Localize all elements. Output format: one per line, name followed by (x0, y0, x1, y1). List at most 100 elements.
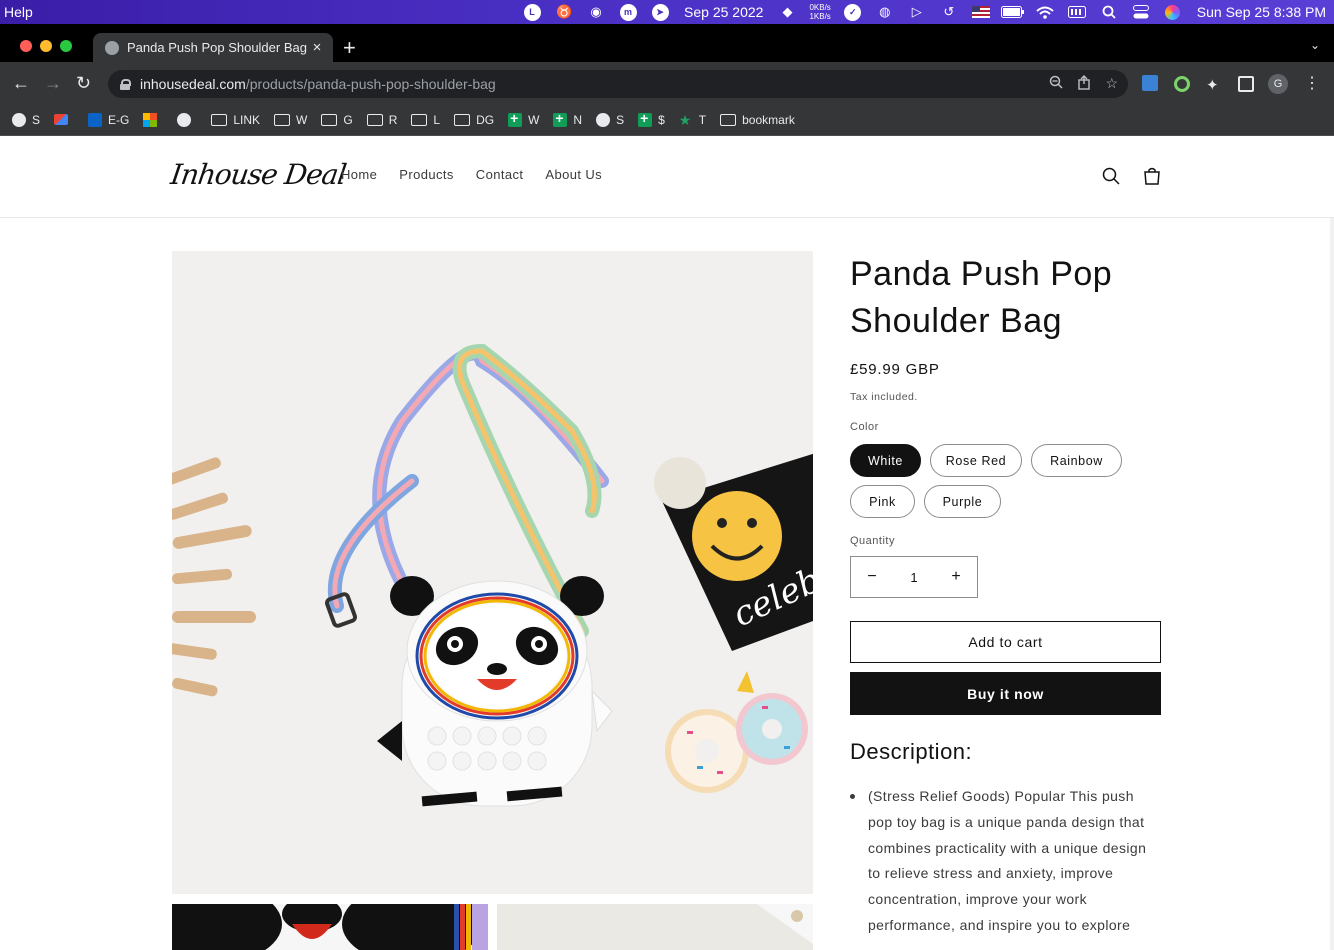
bookmark-item[interactable]: G (321, 113, 353, 127)
bookmark-item[interactable]: W (508, 110, 539, 127)
folder-icon (274, 113, 291, 126)
bookmark-item[interactable] (54, 114, 74, 125)
cat-icon[interactable]: ◆ (771, 0, 803, 24)
description-text: (Stress Relief Goods) Popular This push … (868, 788, 1147, 933)
increase-quantity-button[interactable]: + (935, 568, 977, 586)
cart-icon[interactable] (1142, 166, 1162, 186)
us-flag-icon[interactable] (965, 0, 997, 24)
bookmark-item[interactable]: E-G (88, 112, 129, 127)
folder-icon (366, 113, 383, 126)
green-ring-extension-icon[interactable] (1174, 76, 1190, 92)
bookmark-label: T (698, 112, 707, 127)
new-tab-button[interactable]: + (343, 36, 356, 60)
store-logo[interactable]: Inhouse Deal (169, 158, 348, 191)
share-icon[interactable] (1077, 75, 1091, 93)
store-nav: Home Products Contact About Us (341, 167, 624, 182)
folder-icon (321, 113, 338, 126)
checkmark-icon[interactable]: ✓ (837, 0, 869, 24)
play-icon[interactable]: ▷ (901, 0, 933, 24)
battery-icon[interactable] (997, 0, 1029, 24)
bookmark-label: LINK (233, 112, 261, 127)
zoom-icon[interactable] (1049, 75, 1063, 93)
wifi-icon[interactable] (1029, 0, 1061, 24)
product-thumbnail-1[interactable] (172, 904, 488, 950)
close-window-button[interactable] (20, 40, 32, 52)
globe-icon (596, 112, 611, 127)
bookmark-item[interactable]: bookmark (720, 113, 795, 127)
line-app-icon[interactable]: L (516, 0, 548, 24)
menu-bar-date[interactable]: Sep 25 2022 (676, 4, 771, 20)
messenger-icon[interactable]: m (612, 0, 644, 24)
store-header: Inhouse Deal Home Products Contact About… (0, 136, 1334, 218)
wechat-icon[interactable]: ◍ (869, 0, 901, 24)
siri-icon[interactable] (1157, 0, 1189, 24)
bookmark-star-icon[interactable]: ☆ (1105, 75, 1118, 93)
nav-products[interactable]: Products (399, 167, 454, 182)
close-tab-icon[interactable]: × (307, 39, 327, 56)
color-option-purple[interactable]: Purple (924, 485, 1001, 518)
bookmark-item[interactable]: DG (454, 113, 494, 127)
side-panel-icon[interactable] (1238, 76, 1254, 92)
minimize-window-button[interactable] (40, 40, 52, 52)
address-bar[interactable]: inhousedeal.com/products/panda-push-pop-… (108, 70, 1128, 98)
color-option-pink[interactable]: Pink (850, 485, 915, 518)
panda-face-thumbnail (172, 904, 488, 950)
outlook-icon (88, 112, 103, 127)
chrome-menu-icon[interactable]: ⋮ (1304, 73, 1320, 92)
bookmark-item[interactable]: R (366, 113, 397, 127)
reload-icon[interactable]: ↻ (76, 72, 91, 94)
buy-it-now-button[interactable]: Buy it now (850, 672, 1161, 715)
search-icon[interactable] (1102, 167, 1120, 185)
spotlight-search-icon[interactable] (1093, 0, 1125, 24)
menu-bar-status-items: L ♉ ◉ m ➤ Sep 25 2022 ◆ 0KB/s 1KB/s ✓ ◍ ▷… (516, 0, 1334, 24)
control-center-icon[interactable] (1125, 0, 1157, 24)
product-main-image[interactable]: celebra (172, 251, 813, 894)
globe-icon (177, 112, 192, 127)
nav-about-us[interactable]: About Us (545, 167, 602, 182)
forward-arrow-icon[interactable]: → (44, 72, 62, 94)
bookmarks-bar: SE-GLINKWGRLDGWNS$★Tbookmark (0, 104, 1334, 136)
bookmark-item[interactable]: S (12, 112, 40, 127)
help-menu[interactable]: Help (0, 4, 33, 20)
folder-icon (411, 113, 428, 126)
quantity-label: Quantity (850, 535, 895, 547)
time-machine-icon[interactable]: ↺ (933, 0, 965, 24)
decrease-quantity-button[interactable]: − (851, 568, 893, 586)
star-icon: ★ (678, 111, 692, 128)
nav-contact[interactable]: Contact (476, 167, 524, 182)
tab-search-chevron-icon[interactable]: ⌄ (1310, 38, 1320, 52)
extensions-puzzle-icon[interactable]: ✦ (1206, 76, 1222, 94)
bookmark-item[interactable] (177, 112, 197, 127)
product-thumbnail-2[interactable] (497, 904, 813, 950)
nav-home[interactable]: Home (341, 167, 377, 182)
page-scrollbar[interactable] (1330, 136, 1334, 950)
keyboard-icon[interactable] (1061, 0, 1093, 24)
description-list: (Stress Relief Goods) Popular This push … (850, 784, 1161, 939)
bookmark-item[interactable]: LINK (211, 113, 260, 127)
url-path: /products/panda-push-pop-shoulder-bag (245, 76, 496, 92)
lock-icon[interactable] (120, 78, 131, 90)
bookmark-item[interactable]: N (553, 110, 582, 127)
bookmark-item[interactable]: S (596, 112, 624, 127)
profile-avatar[interactable]: G (1268, 74, 1288, 94)
compass-icon[interactable]: ➤ (644, 0, 676, 24)
bookmark-item[interactable]: L (411, 113, 440, 127)
color-option-white[interactable]: White (850, 444, 921, 477)
color-option-rose-red[interactable]: Rose Red (930, 444, 1022, 477)
menu-bar-clock[interactable]: Sun Sep 25 8:38 PM (1189, 4, 1334, 20)
color-option-rainbow[interactable]: Rainbow (1031, 444, 1122, 477)
bullet-icon (850, 794, 855, 799)
bookmark-item[interactable] (143, 112, 163, 127)
active-tab[interactable]: Panda Push Pop Shoulder Bag × (93, 33, 333, 62)
quantity-input[interactable]: 1 (893, 570, 935, 585)
bookmark-item[interactable]: $ (638, 110, 665, 127)
bookmark-item[interactable]: W (274, 113, 307, 127)
download-extension-icon[interactable] (1142, 75, 1158, 91)
back-arrow-icon[interactable]: ← (12, 72, 30, 94)
qq-icon[interactable]: ◉ (580, 0, 612, 24)
add-to-cart-button[interactable]: Add to cart (850, 621, 1161, 663)
maximize-window-button[interactable] (60, 40, 72, 52)
sheet-icon (638, 110, 653, 127)
bookmark-item[interactable]: ★ T (679, 113, 706, 127)
cow-app-icon[interactable]: ♉ (548, 0, 580, 24)
